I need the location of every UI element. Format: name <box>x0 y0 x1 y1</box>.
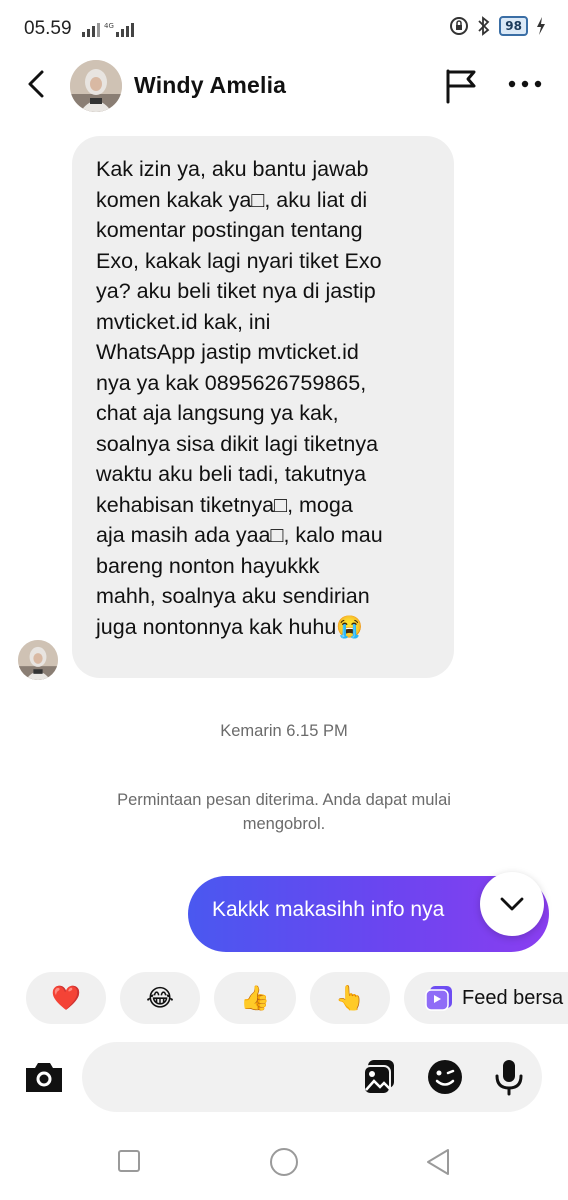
mic-icon[interactable] <box>490 1058 528 1096</box>
gallery-icon[interactable] <box>362 1058 400 1096</box>
battery-level: 98 <box>499 16 528 36</box>
contact-name[interactable]: Windy Amelia <box>134 72 286 99</box>
more-icon[interactable] <box>508 74 542 94</box>
bluetooth-icon <box>478 16 490 36</box>
reaction-thumbs-up-button[interactable]: 👍 <box>214 972 296 1024</box>
laugh-emoji: 😂 <box>145 984 175 1012</box>
scroll-down-button[interactable] <box>480 872 544 936</box>
system-notice: Permintaan pesan diterima. Anda dapat mu… <box>117 791 451 833</box>
heart-emoji: ❤️ <box>51 984 81 1012</box>
alarm-lock-icon <box>450 17 469 35</box>
flag-icon[interactable] <box>444 68 478 104</box>
sticker-icon[interactable] <box>426 1058 464 1096</box>
charging-icon <box>537 17 545 35</box>
recents-nav-icon[interactable] <box>117 1148 141 1174</box>
avatar-image <box>70 60 122 112</box>
reaction-point-button[interactable]: 👆 <box>310 972 390 1024</box>
point-emoji: 👆 <box>335 984 365 1012</box>
contact-avatar[interactable] <box>70 60 122 112</box>
thumbs-up-emoji: 👍 <box>240 984 270 1012</box>
message-input[interactable] <box>82 1042 542 1112</box>
camera-icon[interactable] <box>22 1054 66 1098</box>
network-type: 4G <box>104 22 114 30</box>
reaction-laugh-button[interactable]: 😂 <box>120 972 200 1024</box>
home-nav-icon[interactable] <box>268 1148 300 1178</box>
feed-icon <box>425 986 452 1011</box>
incoming-message[interactable]: Kak izin ya, aku bantu jawab komen kakak… <box>72 136 454 678</box>
feed-share-chip[interactable]: Feed bersa <box>404 972 568 1024</box>
status-icons: 98 <box>449 16 546 36</box>
message-timestamp: Kemarin 6.15 PM <box>220 722 348 740</box>
back-nav-icon[interactable] <box>424 1148 452 1176</box>
back-arrow-icon[interactable] <box>22 68 50 100</box>
signal-icon: 4G <box>82 22 134 37</box>
avatar-image <box>18 640 58 680</box>
feed-label: Feed bersa <box>462 986 564 1009</box>
sender-avatar[interactable] <box>18 640 58 680</box>
reaction-heart-button[interactable]: ❤️ <box>26 972 106 1024</box>
status-time: 05.59 <box>24 18 72 39</box>
chevron-down-icon <box>500 897 524 911</box>
